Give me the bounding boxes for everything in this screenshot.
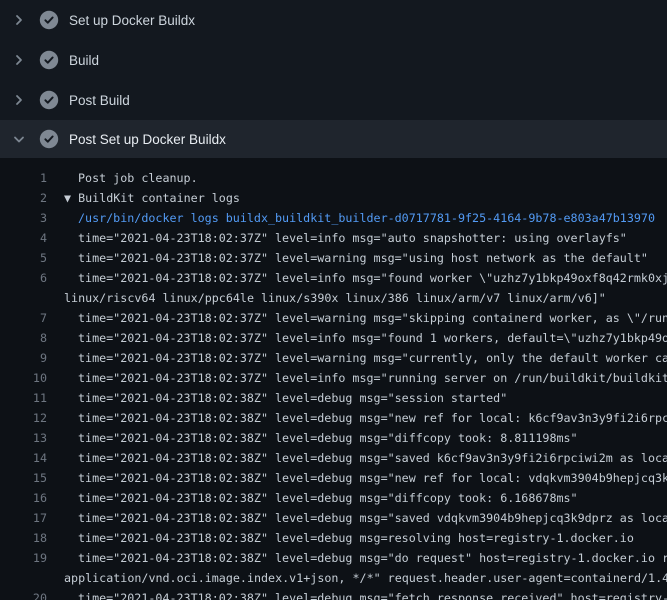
line-number[interactable]: 20 (0, 588, 47, 600)
line-number[interactable]: 18 (0, 528, 47, 548)
line-number[interactable]: 14 (0, 448, 47, 468)
line-number[interactable]: 13 (0, 428, 47, 448)
chevron-right-icon[interactable] (11, 12, 27, 28)
step-header-post-build[interactable]: Post Build (0, 80, 667, 120)
log-text: time="2021-04-23T18:02:38Z" level=debug … (47, 388, 507, 408)
line-number[interactable]: 11 (0, 388, 47, 408)
line-number[interactable]: 5 (0, 248, 47, 268)
step-header-set-up-docker-buildx[interactable]: Set up Docker Buildx (0, 0, 667, 40)
log-text: time="2021-04-23T18:02:38Z" level=debug … (47, 468, 667, 488)
line-number[interactable]: 16 (0, 488, 47, 508)
log-line: 4time="2021-04-23T18:02:37Z" level=info … (0, 228, 667, 248)
log-line: 12time="2021-04-23T18:02:38Z" level=debu… (0, 408, 667, 428)
log-text: Post job cleanup. (47, 168, 198, 188)
log-line: 1Post job cleanup. (0, 168, 667, 188)
log-group-label: BuildKit container logs (78, 191, 240, 205)
log-text: time="2021-04-23T18:02:38Z" level=debug … (47, 528, 634, 548)
log-text: time="2021-04-23T18:02:37Z" level=warnin… (47, 348, 667, 368)
log-line: 13time="2021-04-23T18:02:38Z" level=debu… (0, 428, 667, 448)
line-number (0, 568, 47, 588)
log-line: 20time="2021-04-23T18:02:38Z" level=debu… (0, 588, 667, 600)
line-number[interactable]: 6 (0, 268, 47, 288)
step-header-post-set-up-docker-buildx[interactable]: Post Set up Docker Buildx (0, 120, 667, 158)
log-text: time="2021-04-23T18:02:37Z" level=warnin… (47, 248, 648, 268)
log-text: time="2021-04-23T18:02:38Z" level=debug … (47, 428, 578, 448)
log-text: application/vnd.oci.image.index.v1+json,… (47, 568, 667, 588)
log-line: 10time="2021-04-23T18:02:37Z" level=info… (0, 368, 667, 388)
log-line: 7time="2021-04-23T18:02:37Z" level=warni… (0, 308, 667, 328)
line-number[interactable]: 8 (0, 328, 47, 348)
log-text: time="2021-04-23T18:02:38Z" level=debug … (47, 588, 667, 600)
log-text: time="2021-04-23T18:02:37Z" level=info m… (47, 328, 667, 348)
log-text: linux/riscv64 linux/ppc64le linux/s390x … (47, 288, 606, 308)
step-label: Build (69, 53, 99, 68)
log-text: ▼ BuildKit container logs (47, 188, 240, 208)
log-line: 8time="2021-04-23T18:02:37Z" level=info … (0, 328, 667, 348)
check-circle-icon (39, 129, 59, 149)
log-line: 9time="2021-04-23T18:02:37Z" level=warni… (0, 348, 667, 368)
line-number[interactable]: 1 (0, 168, 47, 188)
line-number[interactable]: 3 (0, 208, 47, 228)
log-line: 19time="2021-04-23T18:02:38Z" level=debu… (0, 548, 667, 568)
log-text: time="2021-04-23T18:02:37Z" level=info m… (47, 228, 627, 248)
log-text: time="2021-04-23T18:02:38Z" level=debug … (47, 448, 667, 468)
log-text: time="2021-04-23T18:02:37Z" level=warnin… (47, 308, 667, 328)
log-text: time="2021-04-23T18:02:38Z" level=debug … (47, 548, 667, 568)
step-label: Post Set up Docker Buildx (69, 132, 226, 147)
chevron-down-icon[interactable] (11, 131, 27, 147)
line-number[interactable]: 15 (0, 468, 47, 488)
log-line: 5time="2021-04-23T18:02:37Z" level=warni… (0, 248, 667, 268)
check-circle-icon (39, 10, 59, 30)
step-label: Post Build (69, 93, 130, 108)
collapse-triangle-icon[interactable]: ▼ (64, 191, 78, 205)
line-number[interactable]: 17 (0, 508, 47, 528)
log-line: 14time="2021-04-23T18:02:38Z" level=debu… (0, 448, 667, 468)
log-line: 16time="2021-04-23T18:02:38Z" level=debu… (0, 488, 667, 508)
check-circle-icon (39, 50, 59, 70)
line-number[interactable]: 2 (0, 188, 47, 208)
line-number[interactable]: 10 (0, 368, 47, 388)
log-line: 17time="2021-04-23T18:02:38Z" level=debu… (0, 508, 667, 528)
log-text: time="2021-04-23T18:02:38Z" level=debug … (47, 488, 578, 508)
log-text: time="2021-04-23T18:02:37Z" level=info m… (47, 268, 667, 288)
line-number[interactable]: 4 (0, 228, 47, 248)
check-circle-icon (39, 90, 59, 110)
log-line[interactable]: 2▼ BuildKit container logs (0, 188, 667, 208)
line-number[interactable]: 19 (0, 548, 47, 568)
log-line: 11time="2021-04-23T18:02:38Z" level=debu… (0, 388, 667, 408)
log-line: linux/riscv64 linux/ppc64le linux/s390x … (0, 288, 667, 308)
log-line: 18time="2021-04-23T18:02:38Z" level=debu… (0, 528, 667, 548)
chevron-right-icon[interactable] (11, 52, 27, 68)
log-line: application/vnd.oci.image.index.v1+json,… (0, 568, 667, 588)
log-viewer: 1Post job cleanup.2▼ BuildKit container … (0, 158, 667, 600)
line-number[interactable]: 12 (0, 408, 47, 428)
log-line: 15time="2021-04-23T18:02:38Z" level=debu… (0, 468, 667, 488)
log-text: time="2021-04-23T18:02:38Z" level=debug … (47, 408, 667, 428)
line-number (0, 288, 47, 308)
log-line: 3/usr/bin/docker logs buildx_buildkit_bu… (0, 208, 667, 228)
log-command-text: /usr/bin/docker logs buildx_buildkit_bui… (47, 208, 655, 228)
line-number[interactable]: 7 (0, 308, 47, 328)
log-line: 6time="2021-04-23T18:02:37Z" level=info … (0, 268, 667, 288)
step-list: Set up Docker Buildx Build Post Build Post … (0, 0, 667, 158)
step-label: Set up Docker Buildx (69, 13, 195, 28)
step-header-build[interactable]: Build (0, 40, 667, 80)
log-text: time="2021-04-23T18:02:37Z" level=info m… (47, 368, 667, 388)
line-number[interactable]: 9 (0, 348, 47, 368)
chevron-right-icon[interactable] (11, 92, 27, 108)
log-text: time="2021-04-23T18:02:38Z" level=debug … (47, 508, 667, 528)
